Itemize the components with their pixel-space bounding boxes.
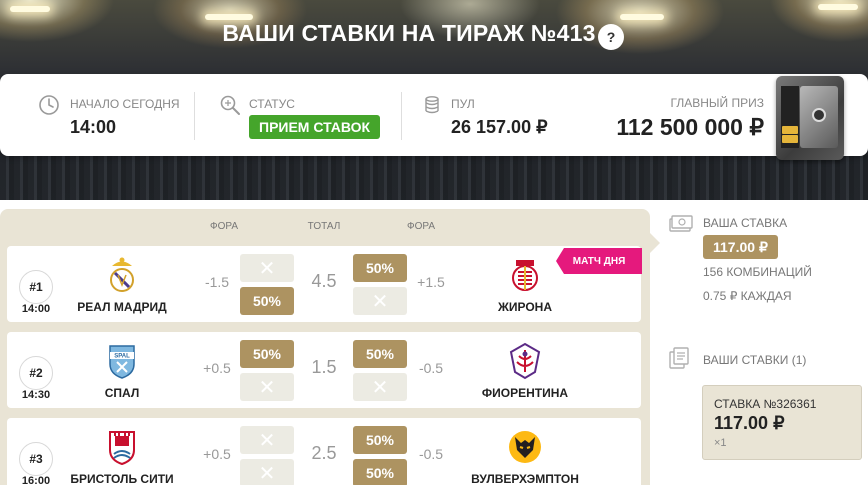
away-handicap-value: +1.5 xyxy=(417,274,445,290)
divider xyxy=(194,92,195,140)
bet-option-home-handicap[interactable]: 50% xyxy=(240,287,294,315)
match-row: #2 14:30 SPAL СПАЛ +0.5 50% ✕ 1.5 50% ✕ … xyxy=(7,332,641,408)
bet-option-away-handicap[interactable]: ✕ xyxy=(353,287,407,315)
real-madrid-crest-icon xyxy=(110,257,134,292)
price-per-combination: 0.75 ₽ КАЖДАЯ xyxy=(703,289,792,303)
safe-icon xyxy=(776,76,844,160)
help-button[interactable]: ? xyxy=(598,24,624,50)
bet-option-home-handicap[interactable]: ✕ xyxy=(240,426,294,454)
magnifier-icon xyxy=(220,95,240,115)
match-of-day-badge: МАТЧ ДНЯ xyxy=(556,248,642,274)
column-header-handicap-home: ФОРА xyxy=(209,221,239,232)
bet-card-multiplier: ×1 xyxy=(714,437,727,449)
away-team-name: ФИОРЕНТИНА xyxy=(481,386,569,400)
start-label: НАЧАЛО СЕГОДНЯ xyxy=(70,97,180,111)
away-team: ФИОРЕНТИНА xyxy=(470,342,580,400)
match-time: 16:00 xyxy=(21,475,51,485)
bet-card[interactable]: СТАВКА №326361 117.00 ₽ ×1 xyxy=(702,385,862,460)
total-value: 4.5 xyxy=(311,271,337,291)
your-bets-title: ВАШИ СТАВКИ (1) xyxy=(703,353,807,367)
bet-option-away-handicap[interactable]: 50% xyxy=(353,426,407,454)
home-team: РЕАЛ МАДРИД xyxy=(67,256,177,314)
total-value: 2.5 xyxy=(311,443,337,463)
tickets-icon xyxy=(669,347,689,369)
bet-option-away-handicap[interactable]: 50% xyxy=(353,254,407,282)
home-team-name: БРИСТОЛЬ СИТИ xyxy=(70,472,174,485)
your-bet-amount: 117.00 ₽ xyxy=(703,235,778,259)
match-number: #2 xyxy=(19,356,53,390)
bet-card-amount: 117.00 ₽ xyxy=(714,413,785,433)
match-row: #1 14:00 РЕАЛ МАДРИД -1.5 ✕ 50% 4.5 50% … xyxy=(7,246,641,322)
girona-crest-icon xyxy=(512,260,538,291)
status-label: СТАТУС xyxy=(249,97,295,111)
start-value: 14:00 xyxy=(70,117,117,137)
total-value: 1.5 xyxy=(311,357,337,377)
clock-icon xyxy=(39,95,59,115)
bet-option-away-handicap[interactable]: 50% xyxy=(353,340,407,368)
pool-value: 26 157.00 ₽ xyxy=(451,117,548,137)
match-row: #3 16:00 БРИСТОЛЬ СИТИ +0.5 ✕ ✕ 2.5 50% … xyxy=(7,418,641,485)
pool-label: ПУЛ xyxy=(451,97,475,111)
banknotes-icon xyxy=(669,215,693,232)
home-handicap-value: +0.5 xyxy=(203,446,231,462)
status-badge: ПРИЕМ СТАВОК xyxy=(249,115,381,139)
bristol-city-crest-icon xyxy=(109,431,135,466)
column-header-total: ТОТАЛ xyxy=(307,221,341,232)
spal-crest-icon: SPAL xyxy=(109,345,135,379)
wolves-crest-icon xyxy=(509,431,541,463)
home-team-name: РЕАЛ МАДРИД xyxy=(77,300,167,314)
away-team-name: ЖИРОНА xyxy=(498,300,552,314)
home-team: SPAL СПАЛ xyxy=(67,342,177,400)
match-time: 14:30 xyxy=(21,389,51,401)
match-number: #3 xyxy=(19,442,53,476)
your-bet-label: ВАША СТАВКА xyxy=(703,216,788,230)
bet-option-home-handicap[interactable]: ✕ xyxy=(240,254,294,282)
draw-info-bar: НАЧАЛО СЕГОДНЯ 14:00 СТАТУС ПРИЕМ СТАВОК… xyxy=(0,74,868,156)
match-number: #1 xyxy=(19,270,53,304)
main-prize-label: ГЛАВНЫЙ ПРИЗ xyxy=(670,96,764,110)
bet-option-away-handicap[interactable]: ✕ xyxy=(353,373,407,401)
divider xyxy=(401,92,402,140)
bet-card-title: СТАВКА №326361 xyxy=(714,397,817,411)
home-team-name: СПАЛ xyxy=(104,386,140,400)
away-team: ВУЛВЕРХЭМПТОН xyxy=(470,428,580,485)
bet-option-home-handicap[interactable]: ✕ xyxy=(240,459,294,485)
fiorentina-crest-icon xyxy=(509,342,541,380)
combinations-count: 156 КОМБИНАЦИЙ xyxy=(703,265,812,279)
panel-pointer xyxy=(649,232,660,254)
main-prize-value: 112 500 000 ₽ xyxy=(616,114,764,140)
match-time: 14:00 xyxy=(21,303,51,315)
page-title: ВАШИ СТАВКИ НА ТИРАЖ №413 xyxy=(222,20,596,46)
home-handicap-value: +0.5 xyxy=(203,360,231,376)
away-handicap-value: -0.5 xyxy=(418,360,444,376)
away-team-name: ВУЛВЕРХЭМПТОН xyxy=(471,472,579,485)
bet-option-home-handicap[interactable]: ✕ xyxy=(240,373,294,401)
svg-text:SPAL: SPAL xyxy=(114,354,130,360)
bet-option-home-handicap[interactable]: 50% xyxy=(240,340,294,368)
column-header-handicap-away: ФОРА xyxy=(406,221,436,232)
away-handicap-value: -0.5 xyxy=(418,446,444,462)
bet-option-away-handicap[interactable]: 50% xyxy=(353,459,407,485)
home-team: БРИСТОЛЬ СИТИ xyxy=(67,428,177,485)
home-handicap-value: -1.5 xyxy=(204,274,230,290)
coins-icon xyxy=(425,96,439,114)
